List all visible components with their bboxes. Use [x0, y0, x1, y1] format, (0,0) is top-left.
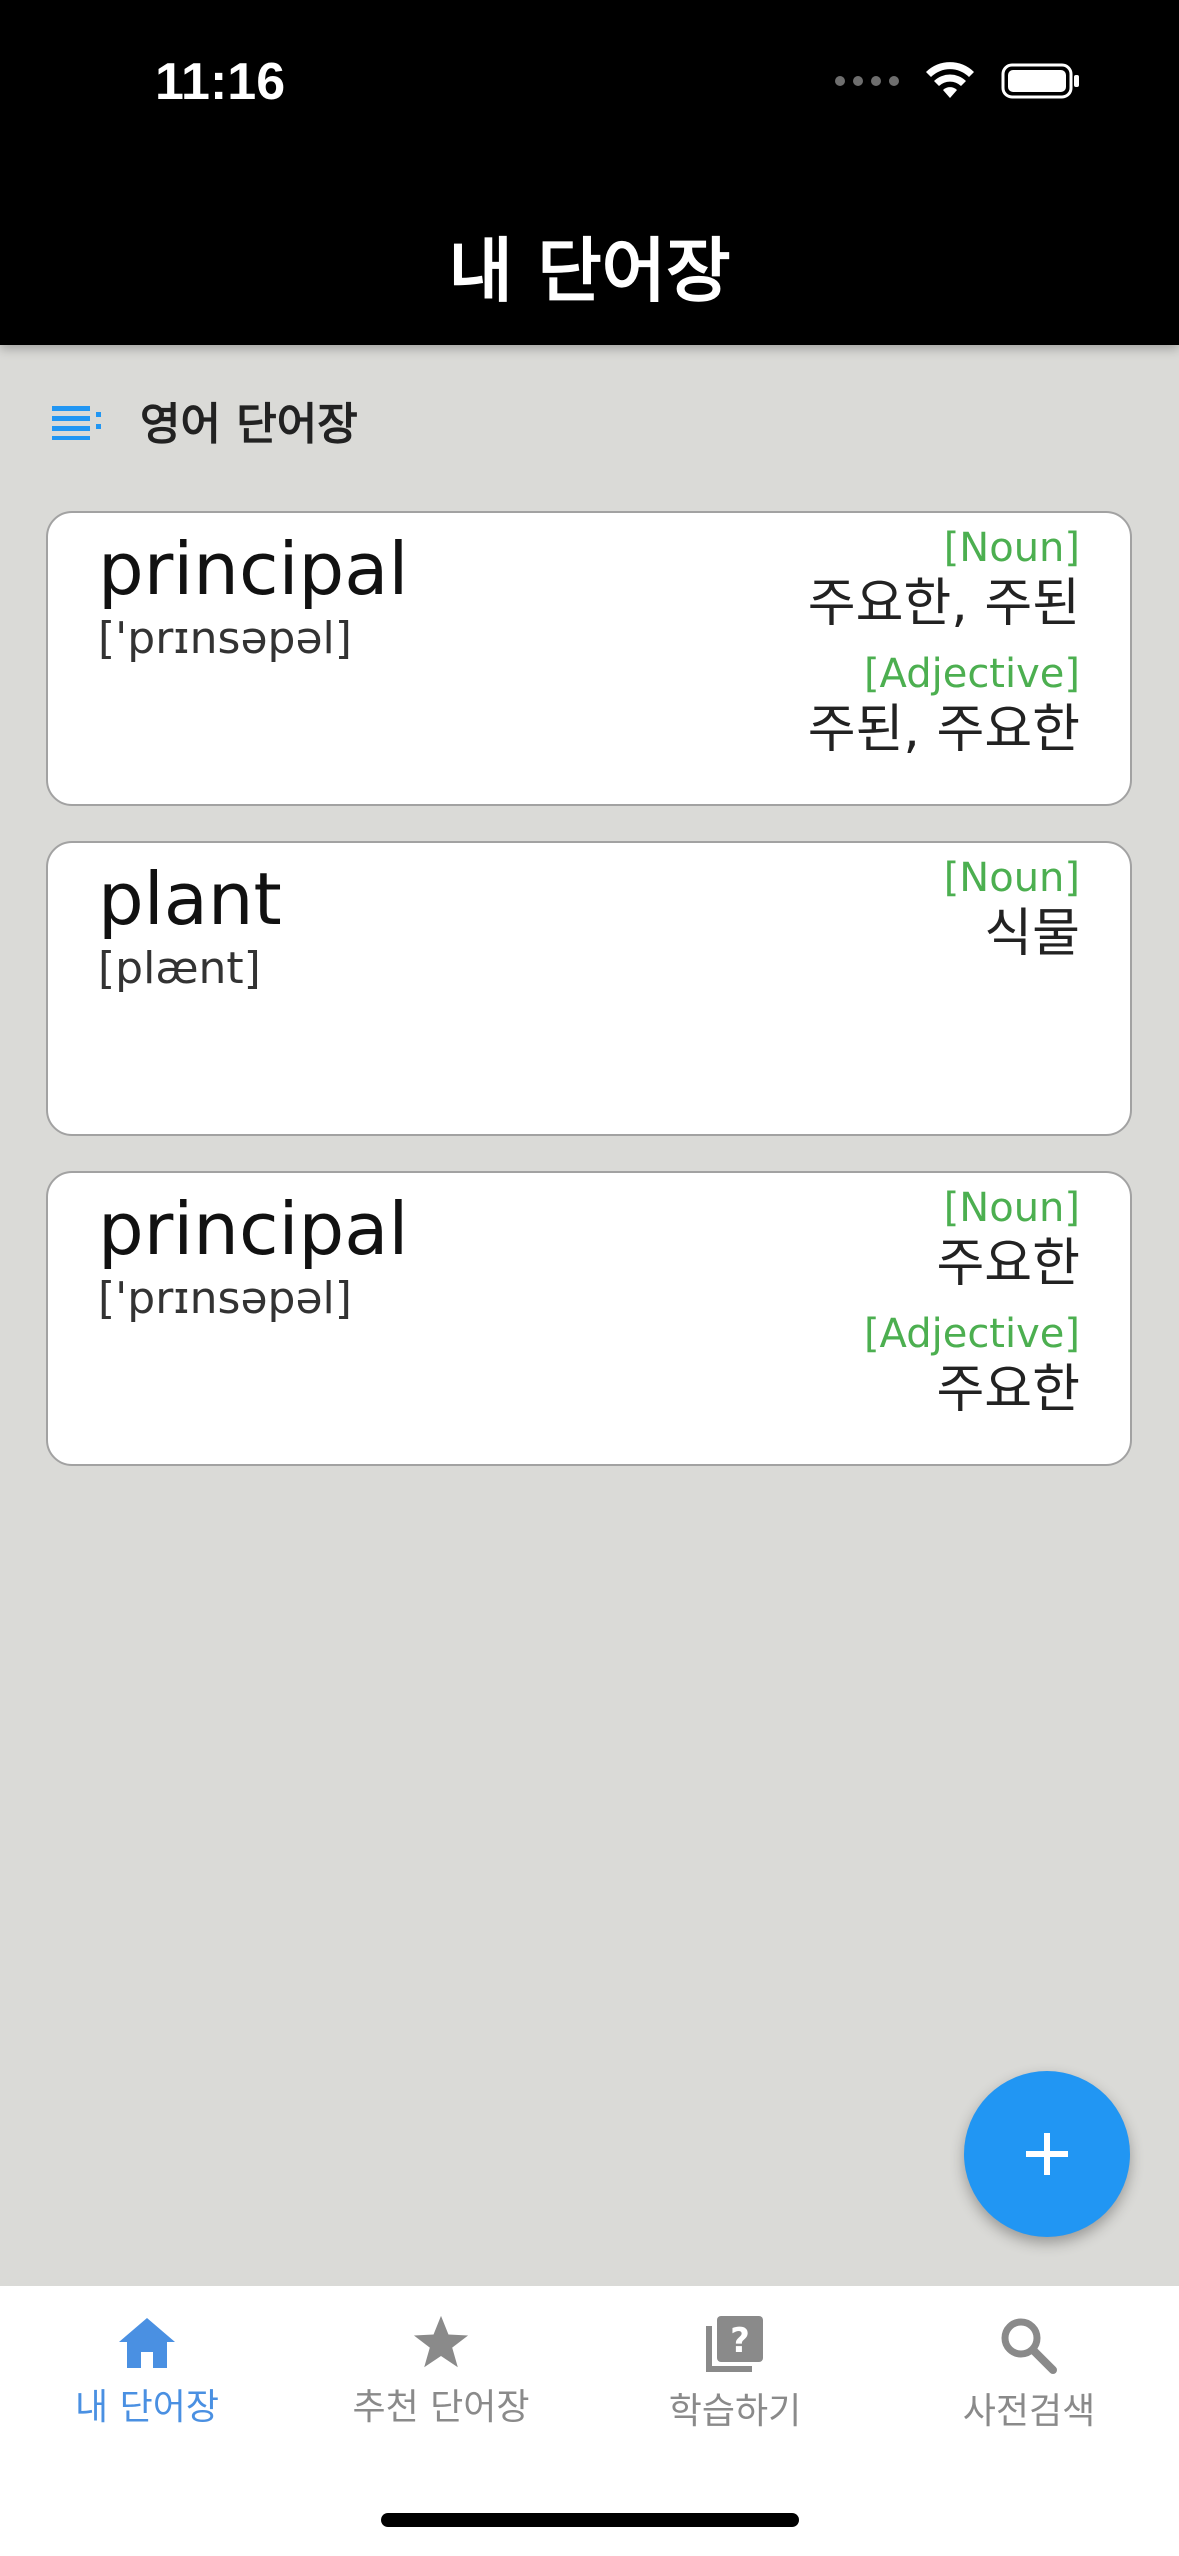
definitions: [Noun] 주요한 [Adjective] 주요한: [864, 1183, 1080, 1435]
tab-study[interactable]: ? 학습하기: [588, 2314, 882, 2434]
part-of-speech: [Noun]: [943, 1185, 1080, 1231]
tab-recommended[interactable]: 추천 단어장: [294, 2314, 588, 2430]
svg-text:?: ?: [730, 2321, 750, 2361]
book-selector[interactable]: 영어 단어장: [50, 388, 358, 452]
word-card[interactable]: principal ['prɪnsəpəl] [Noun] 주요한 [Adjec…: [46, 1171, 1132, 1466]
part-of-speech: [Adjective]: [863, 651, 1080, 697]
phonetic-text: [plænt]: [98, 943, 261, 994]
meaning: 주요한: [936, 1360, 1080, 1420]
tab-label: 추천 단어장: [352, 2387, 530, 2428]
tab-label: 내 단어장: [75, 2387, 219, 2428]
part-of-speech: [Adjective]: [863, 1311, 1080, 1357]
page-title: 내 단어장: [448, 230, 731, 312]
meaning: 식물: [984, 904, 1080, 964]
phonetic-text: ['prɪnsəpəl]: [98, 1273, 352, 1324]
wifi-icon: [926, 62, 974, 98]
word-card[interactable]: plant [plænt] [Noun] 식물: [46, 841, 1132, 1136]
word-text: plant: [98, 857, 282, 941]
word-card[interactable]: principal ['prɪnsəpəl] [Noun] 주요한, 주된 [A…: [46, 511, 1132, 806]
meaning: 주요한: [936, 1234, 1080, 1294]
search-icon: [1001, 2318, 1057, 2374]
word-text: principal: [98, 1187, 409, 1271]
meaning: 주된, 주요한: [807, 700, 1080, 760]
definitions: [Noun] 식물: [944, 853, 1080, 979]
quiz-icon: ?: [706, 2316, 763, 2372]
status-icons: [835, 62, 1081, 100]
meaning: 주요한, 주된: [807, 574, 1080, 634]
phonetic-text: ['prɪnsəpəl]: [98, 613, 352, 664]
book-name: 영어 단어장: [140, 399, 358, 450]
tab-label: 학습하기: [668, 2391, 802, 2432]
part-of-speech: [Noun]: [943, 855, 1080, 901]
plus-icon: [1026, 2133, 1068, 2175]
tab-my-wordbook[interactable]: 내 단어장: [0, 2314, 294, 2430]
app-header: 11:16 내 단어장: [0, 0, 1179, 345]
tab-dictionary-search[interactable]: 사전검색: [882, 2314, 1176, 2434]
battery-icon: [1001, 63, 1079, 99]
definitions: [Noun] 주요한, 주된 [Adjective] 주된, 주요한: [808, 523, 1080, 775]
signal-icon: [835, 76, 899, 86]
word-text: principal: [98, 527, 409, 611]
list-icon: [52, 406, 101, 440]
tab-label: 사전검색: [962, 2391, 1096, 2432]
status-time: 11:16: [155, 53, 286, 111]
home-indicator: [381, 2513, 799, 2527]
add-word-button[interactable]: [964, 2071, 1130, 2237]
part-of-speech: [Noun]: [943, 525, 1080, 571]
star-icon: [413, 2315, 469, 2368]
home-icon: [119, 2318, 175, 2368]
